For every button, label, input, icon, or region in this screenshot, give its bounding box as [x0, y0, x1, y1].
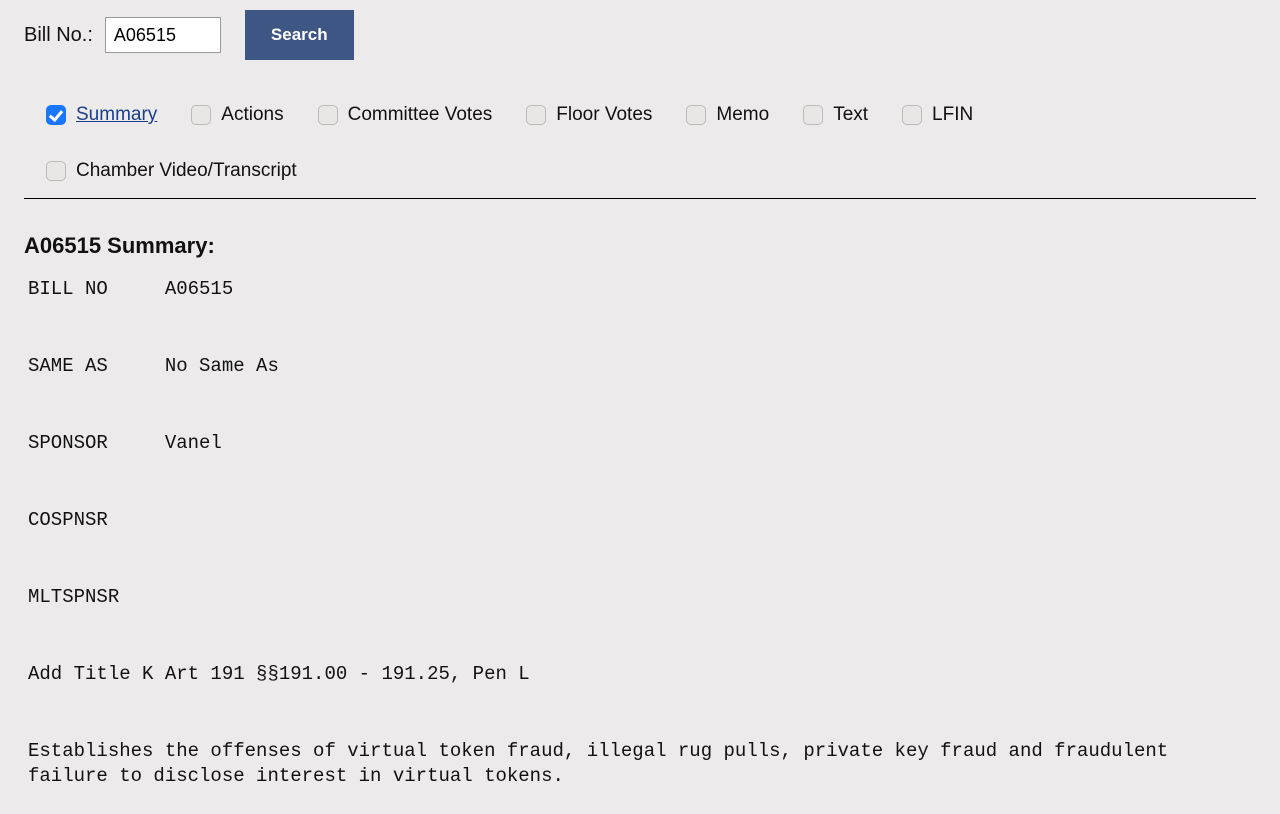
tab-floor-votes[interactable]: Floor Votes [526, 104, 652, 126]
summary-body: BILL NO A06515 SAME AS No Same As SPONSO… [24, 277, 1256, 790]
tab-chamber-video-transcript[interactable]: Chamber Video/Transcript [46, 160, 297, 182]
tab-label: Text [833, 104, 868, 126]
tab-actions[interactable]: Actions [191, 104, 283, 126]
tab-committee-votes[interactable]: Committee Votes [318, 104, 493, 126]
tab-label: Committee Votes [348, 104, 493, 126]
bill-no-input[interactable] [105, 17, 221, 53]
tab-summary[interactable]: Summary [46, 104, 157, 126]
checkbox-icon[interactable] [526, 105, 546, 125]
tab-lfin[interactable]: LFIN [902, 104, 973, 126]
checkbox-icon[interactable] [318, 105, 338, 125]
tab-label: Memo [716, 104, 769, 126]
section-tabs: Summary Actions Committee Votes Floor Votes… [24, 60, 1256, 198]
tab-label: Summary [76, 104, 157, 126]
tab-memo[interactable]: Memo [686, 104, 769, 126]
search-bar: Bill No.: Search [24, 0, 1256, 60]
checkbox-icon[interactable] [191, 105, 211, 125]
checkbox-icon[interactable] [902, 105, 922, 125]
summary-heading: A06515 Summary: [24, 233, 1256, 259]
bill-no-label: Bill No.: [24, 24, 93, 47]
tab-label: Chamber Video/Transcript [76, 160, 297, 182]
checkbox-icon[interactable] [686, 105, 706, 125]
search-button[interactable]: Search [245, 10, 354, 60]
checkbox-icon[interactable] [46, 161, 66, 181]
divider [24, 198, 1256, 199]
tab-label: LFIN [932, 104, 973, 126]
tab-label: Floor Votes [556, 104, 652, 126]
tab-label: Actions [221, 104, 283, 126]
tab-text[interactable]: Text [803, 104, 868, 126]
checkbox-icon[interactable] [803, 105, 823, 125]
checkbox-icon[interactable] [46, 105, 66, 125]
